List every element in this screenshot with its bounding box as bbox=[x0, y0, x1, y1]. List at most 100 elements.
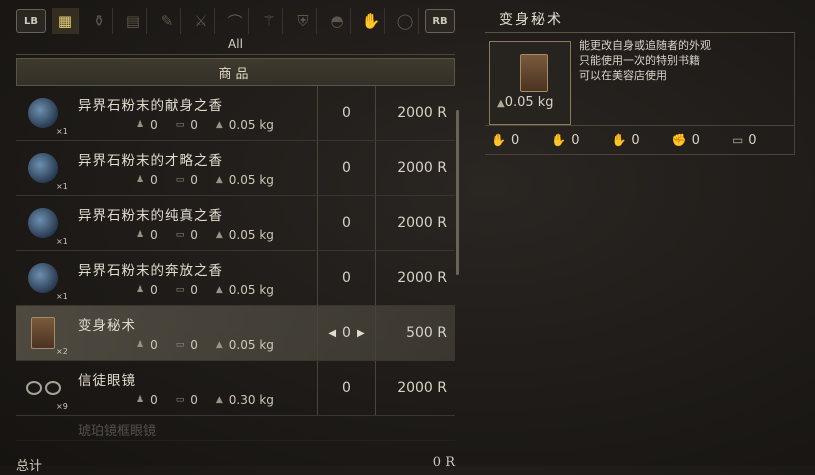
item-name: 异界石粉末的纯真之香 bbox=[78, 208, 223, 224]
detail-weight-value: 0.05 kg bbox=[504, 95, 554, 110]
flask-icon: ♟ bbox=[136, 340, 145, 350]
item-name: 异界石粉末的奔放之香 bbox=[78, 263, 223, 279]
lb-button[interactable]: LB bbox=[16, 9, 46, 33]
description-line: 可以在美容店使用 bbox=[579, 69, 667, 82]
item-row[interactable]: ×1 异界石粉末的献身之香 ♟ 0 ▭ 0 ▲ 0.05 kg 0 2000 R bbox=[16, 86, 455, 141]
chest-icon: ▭ bbox=[731, 133, 744, 147]
armor-icon[interactable]: ⛨ bbox=[290, 8, 317, 34]
item-detail-panel: 变身秘术 ▲0.05 kg 能更改自身或追随者的外观 只能使用一次的特别书籍 可… bbox=[485, 6, 795, 156]
item-count: 0 bbox=[342, 105, 351, 121]
item-row[interactable]: ×2 变身秘术 ♟ 0 ▭ 0 ▲ 0.05 kg ◀ 0 ▶ 500 R bbox=[16, 306, 455, 361]
item-quantity: ×1 bbox=[56, 182, 68, 191]
chest-icon: ▭ bbox=[175, 120, 185, 130]
item-list: 商品 ×1 异界石粉末的献身之香 ♟ 0 ▭ 0 ▲ 0.05 kg 0 2000 R… bbox=[16, 58, 455, 453]
flask-icon: ♟ bbox=[136, 120, 145, 130]
decrease-arrow-icon[interactable]: ◀ bbox=[328, 328, 336, 339]
stat-value: 0 bbox=[150, 228, 158, 242]
filter-label: All bbox=[228, 37, 243, 51]
item-stat: ▭ 0 bbox=[176, 283, 198, 297]
item-row[interactable]: ×1 异界石粉末的纯真之香 ♟ 0 ▭ 0 ▲ 0.05 kg 0 2000 R bbox=[16, 196, 455, 251]
item-name: 琥珀镜框眼镜 bbox=[78, 424, 157, 439]
item-row[interactable]: ×9 信徒眼镜 ♟ 0 ▭ 0 ▲ 0.30 kg 0 2000 R bbox=[16, 361, 455, 416]
chest-icon: ▭ bbox=[175, 175, 185, 185]
book-icon bbox=[31, 317, 55, 349]
item-name-cell: 变身秘术 ♟ 0 ▭ 0 ▲ 0.05 kg bbox=[70, 306, 318, 360]
stat-value: 0 bbox=[510, 132, 520, 148]
item-name: 信徒眼镜 bbox=[78, 373, 136, 389]
item-stat: ▲ 0.05 kg bbox=[216, 228, 274, 242]
item-icon-cell: ×1 bbox=[16, 251, 70, 305]
list-header: 商品 bbox=[16, 58, 455, 86]
item-weight: 0.05 kg bbox=[228, 338, 274, 352]
total-label: 总计 bbox=[16, 459, 43, 474]
scroll-icon[interactable]: ▤ bbox=[120, 8, 147, 34]
detail-stat: ✋ 0 bbox=[491, 133, 519, 148]
category-bar: LB ▦ ⚱ ▤ ✎ ⚔ ⌒ ⚚ ⛨ ◓ ✋ ◯ RB bbox=[16, 6, 455, 36]
hand-icon: ✋ bbox=[611, 133, 627, 147]
item-price: 2000 R bbox=[397, 380, 447, 396]
weight-icon: ▲ bbox=[215, 395, 223, 405]
ring-icon[interactable]: ◯ bbox=[392, 8, 419, 34]
weight-icon: ▲ bbox=[215, 340, 223, 350]
item-count: 0 bbox=[342, 270, 351, 286]
book-icon bbox=[520, 54, 548, 92]
stat-value: 0 bbox=[150, 283, 158, 297]
list-scrollbar[interactable] bbox=[456, 110, 459, 275]
item-icon-cell: ×1 bbox=[16, 86, 70, 140]
total-value: 0 R bbox=[432, 455, 455, 470]
item-stats: ♟ 0 ▭ 0 ▲ 0.30 kg bbox=[136, 393, 292, 407]
total-row: 总计 0 R bbox=[16, 455, 455, 475]
item-icon-cell bbox=[16, 416, 70, 440]
detail-body: ▲0.05 kg 能更改自身或追随者的外观 只能使用一次的特别书籍 可以在美容店… bbox=[485, 33, 795, 126]
item-weight: 0.30 kg bbox=[228, 393, 274, 407]
detail-stats: ✋ 0 ✋ 0 ✋ 0 ✊ 0 ▭ 0 bbox=[485, 126, 795, 155]
item-stat: ♟ 0 bbox=[136, 118, 158, 132]
item-icon-cell: ×2 bbox=[16, 306, 70, 360]
all-grid-icon[interactable]: ▦ bbox=[52, 8, 79, 34]
fist-icon: ✊ bbox=[671, 133, 687, 147]
helmet-icon[interactable]: ◓ bbox=[324, 8, 351, 34]
pouch-icon[interactable]: ⚱ bbox=[86, 8, 113, 34]
item-stat: ♟ 0 bbox=[136, 283, 158, 297]
bow-icon[interactable]: ⌒ bbox=[222, 8, 249, 34]
stat-value: 0 bbox=[571, 132, 580, 148]
stat-value: 0 bbox=[150, 393, 158, 407]
rb-button[interactable]: RB bbox=[425, 9, 455, 33]
item-name-cell: 异界石粉末的纯真之香 ♟ 0 ▭ 0 ▲ 0.05 kg bbox=[70, 196, 318, 250]
item-stat: ▲ 0.05 kg bbox=[216, 118, 274, 132]
sword-icon[interactable]: ⚔ bbox=[188, 8, 215, 34]
flask-icon: ♟ bbox=[136, 285, 145, 295]
item-row[interactable]: 琥珀镜框眼镜 bbox=[16, 416, 455, 441]
glasses-icon bbox=[25, 381, 61, 395]
item-count-cell: 0 bbox=[318, 196, 376, 250]
red-hand-icon: ✋ bbox=[491, 133, 506, 147]
chest-icon: ▭ bbox=[175, 340, 185, 350]
item-stat: ▲ 0.05 kg bbox=[216, 338, 274, 352]
increase-arrow-icon[interactable]: ▶ bbox=[357, 328, 365, 339]
chest-icon: ▭ bbox=[175, 395, 185, 405]
gauntlet-icon[interactable]: ✋ bbox=[358, 8, 385, 34]
item-name: 变身秘术 bbox=[78, 318, 136, 334]
item-count-cell: 0 bbox=[318, 361, 376, 415]
item-price: 2000 R bbox=[397, 270, 447, 286]
item-icon-cell: ×9 bbox=[16, 361, 70, 415]
item-icon-cell: ×1 bbox=[16, 196, 70, 250]
item-stat: ♟ 0 bbox=[136, 228, 158, 242]
item-icon-cell: ×1 bbox=[16, 141, 70, 195]
weight-icon: ▲ bbox=[497, 98, 505, 109]
description-line: 只能使用一次的特别书籍 bbox=[579, 54, 700, 67]
stat-value: 0 bbox=[748, 132, 757, 148]
weight-icon: ▲ bbox=[215, 285, 223, 295]
item-stats: ♟ 0 ▭ 0 ▲ 0.05 kg bbox=[136, 283, 292, 297]
item-count: 0 bbox=[342, 160, 351, 176]
item-row[interactable]: ×1 异界石粉末的奔放之香 ♟ 0 ▭ 0 ▲ 0.05 kg 0 2000 R bbox=[16, 251, 455, 306]
item-row[interactable]: ×1 异界石粉末的才略之香 ♟ 0 ▭ 0 ▲ 0.05 kg 0 2000 R bbox=[16, 141, 455, 196]
staff-icon[interactable]: ⚚ bbox=[256, 8, 283, 34]
item-count-cell: ◀ 0 ▶ bbox=[318, 306, 376, 360]
item-name-cell: 异界石粉末的才略之香 ♟ 0 ▭ 0 ▲ 0.05 kg bbox=[70, 141, 318, 195]
stat-value: 0 bbox=[691, 132, 700, 148]
feather-icon[interactable]: ✎ bbox=[154, 8, 181, 34]
item-count: 0 bbox=[342, 380, 351, 396]
category-tabs: ▦ ⚱ ▤ ✎ ⚔ ⌒ ⚚ ⛨ ◓ ✋ ◯ bbox=[52, 8, 419, 34]
item-stat: ▭ 0 bbox=[176, 118, 198, 132]
